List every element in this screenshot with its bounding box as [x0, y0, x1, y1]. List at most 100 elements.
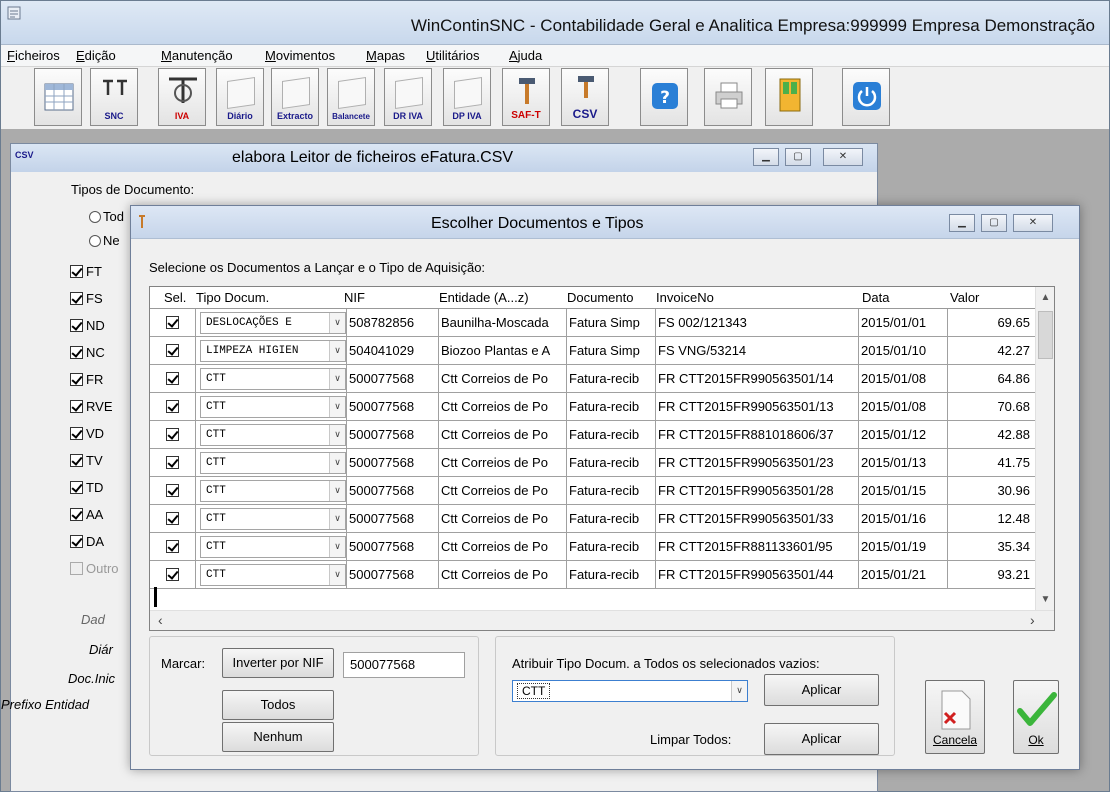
table-row[interactable]: CTT ∨ 500077568 Ctt Correios de Po Fatura-re…	[150, 393, 1036, 421]
todos-button[interactable]: Todos	[222, 690, 334, 720]
ok-button[interactable]: Ok	[1013, 680, 1059, 754]
radio-todos[interactable]: Tod	[89, 209, 124, 224]
table-row[interactable]: CTT ∨ 500077568 Ctt Correios de Po Fatura-re…	[150, 561, 1036, 589]
checkbox-vd[interactable]: VD	[70, 426, 104, 441]
checkbox-nd[interactable]: ND	[70, 318, 105, 333]
row-tipo-cell[interactable]: CTT ∨	[196, 393, 347, 420]
checkbox-ft[interactable]: FT	[70, 264, 102, 279]
col-invoiceno[interactable]: InvoiceNo	[656, 290, 714, 305]
toolbar-help-button[interactable]: ?	[640, 68, 688, 126]
scroll-up-icon[interactable]: ▲	[1036, 289, 1054, 307]
tipo-docum-select[interactable]: CTT ∨	[512, 680, 748, 702]
row-tipo-cell[interactable]: CTT ∨	[196, 449, 347, 476]
dialog-minimize-button[interactable]: ▁	[949, 214, 975, 232]
cancela-button[interactable]: Cancela	[925, 680, 985, 754]
row-tipo-cell[interactable]: DESLOCAÇÕES E ∨	[196, 309, 347, 336]
menu-edicao[interactable]: Edição	[76, 48, 116, 63]
row-select-checkbox[interactable]	[166, 428, 179, 441]
aplicar-limpar-button[interactable]: Aplicar	[764, 723, 879, 755]
table-row[interactable]: CTT ∨ 500077568 Ctt Correios de Po Fatura-re…	[150, 449, 1036, 477]
row-tipo-select[interactable]: CTT ∨	[200, 536, 346, 558]
table-row[interactable]: CTT ∨ 500077568 Ctt Correios de Po Fatura-re…	[150, 505, 1036, 533]
toolbar-exit-button[interactable]	[765, 68, 813, 126]
row-tipo-select[interactable]: LIMPEZA HIGIEN ∨	[200, 340, 346, 362]
toolbar-iva-button[interactable]: IVA	[158, 68, 206, 126]
checkbox-rve[interactable]: RVE	[70, 399, 113, 414]
row-select-cell[interactable]	[150, 561, 196, 588]
menu-ficheiros[interactable]: Ficheiros	[7, 48, 60, 63]
toolbar-print-button[interactable]	[704, 68, 752, 126]
checkbox-tv[interactable]: TV	[70, 453, 103, 468]
row-tipo-select[interactable]: CTT ∨	[200, 368, 346, 390]
checkbox-nc[interactable]: NC	[70, 345, 105, 360]
row-select-cell[interactable]	[150, 421, 196, 448]
row-tipo-cell[interactable]: CTT ∨	[196, 505, 347, 532]
col-tipo-docum[interactable]: Tipo Docum.	[196, 290, 269, 305]
nenhum-button[interactable]: Nenhum	[222, 722, 334, 752]
menu-movimentos[interactable]: Movimentos	[265, 48, 335, 63]
row-tipo-select[interactable]: CTT ∨	[200, 480, 346, 502]
toolbar-table-button[interactable]	[34, 68, 82, 126]
row-select-checkbox[interactable]	[166, 540, 179, 553]
row-select-cell[interactable]	[150, 365, 196, 392]
col-valor[interactable]: Valor	[950, 290, 979, 305]
col-nif[interactable]: NIF	[344, 290, 365, 305]
toolbar-dr-iva-button[interactable]: DR IVA	[384, 68, 432, 126]
col-documento[interactable]: Documento	[567, 290, 633, 305]
row-select-checkbox[interactable]	[166, 484, 179, 497]
leitor-maximize-button[interactable]: ▢	[785, 148, 811, 166]
checkbox-da[interactable]: DA	[70, 534, 104, 549]
inverter-por-nif-button[interactable]: Inverter por NIF	[222, 648, 334, 678]
row-select-cell[interactable]	[150, 533, 196, 560]
checkbox-outro[interactable]: Outro	[70, 561, 119, 576]
toolbar-extracto-button[interactable]: Extracto	[271, 68, 319, 126]
row-select-checkbox[interactable]	[166, 372, 179, 385]
leitor-minimize-button[interactable]: ▁	[753, 148, 779, 166]
nif-input[interactable]: 500077568	[343, 652, 465, 678]
row-select-cell[interactable]	[150, 393, 196, 420]
col-data[interactable]: Data	[862, 290, 889, 305]
grid-vertical-scrollbar[interactable]: ▲ ▼	[1035, 287, 1054, 611]
menu-utilitarios[interactable]: Utilitários	[426, 48, 479, 63]
row-tipo-select[interactable]: CTT ∨	[200, 452, 346, 474]
row-tipo-select[interactable]: CTT ∨	[200, 508, 346, 530]
row-tipo-cell[interactable]: LIMPEZA HIGIEN ∨	[196, 337, 347, 364]
checkbox-fs[interactable]: FS	[70, 291, 103, 306]
row-select-checkbox[interactable]	[166, 512, 179, 525]
row-tipo-cell[interactable]: CTT ∨	[196, 421, 347, 448]
menu-manutencao[interactable]: Manutenção	[161, 48, 233, 63]
row-tipo-select[interactable]: CTT ∨	[200, 564, 346, 586]
row-tipo-select[interactable]: CTT ∨	[200, 396, 346, 418]
aplicar-button[interactable]: Aplicar	[764, 674, 879, 706]
row-tipo-cell[interactable]: CTT ∨	[196, 533, 347, 560]
table-row[interactable]: CTT ∨ 500077568 Ctt Correios de Po Fatura-re…	[150, 421, 1036, 449]
row-select-checkbox[interactable]	[166, 568, 179, 581]
col-sel[interactable]: Sel.	[164, 290, 186, 305]
row-select-cell[interactable]	[150, 309, 196, 336]
toolbar-diario-button[interactable]: Diário	[216, 68, 264, 126]
menu-mapas[interactable]: Mapas	[366, 48, 405, 63]
dialog-close-button[interactable]: ✕	[1013, 214, 1053, 232]
table-row[interactable]: CTT ∨ 500077568 Ctt Correios de Po Fatura-re…	[150, 477, 1036, 505]
checkbox-fr[interactable]: FR	[70, 372, 103, 387]
row-select-cell[interactable]	[150, 505, 196, 532]
toolbar-saft-button[interactable]: SAF-T	[502, 68, 550, 126]
table-row[interactable]: LIMPEZA HIGIEN ∨ 504041029 Biozoo Plantas e…	[150, 337, 1036, 365]
toolbar-snc-button[interactable]: SNC	[90, 68, 138, 126]
radio-nenhum[interactable]: Ne	[89, 233, 120, 248]
dialog-maximize-button[interactable]: ▢	[981, 214, 1007, 232]
toolbar-dp-iva-button[interactable]: DP IVA	[443, 68, 491, 126]
scroll-down-icon[interactable]: ▼	[1036, 591, 1054, 609]
toolbar-power-button[interactable]	[842, 68, 890, 126]
row-select-checkbox[interactable]	[166, 400, 179, 413]
row-select-cell[interactable]	[150, 449, 196, 476]
row-select-checkbox[interactable]	[166, 456, 179, 469]
row-select-cell[interactable]	[150, 477, 196, 504]
col-entidade[interactable]: Entidade (A...z)	[439, 290, 529, 305]
row-select-checkbox[interactable]	[166, 316, 179, 329]
scroll-right-icon[interactable]: ›	[1030, 612, 1035, 628]
row-select-cell[interactable]	[150, 337, 196, 364]
row-tipo-cell[interactable]: CTT ∨	[196, 365, 347, 392]
row-tipo-select[interactable]: CTT ∨	[200, 424, 346, 446]
checkbox-td[interactable]: TD	[70, 480, 103, 495]
